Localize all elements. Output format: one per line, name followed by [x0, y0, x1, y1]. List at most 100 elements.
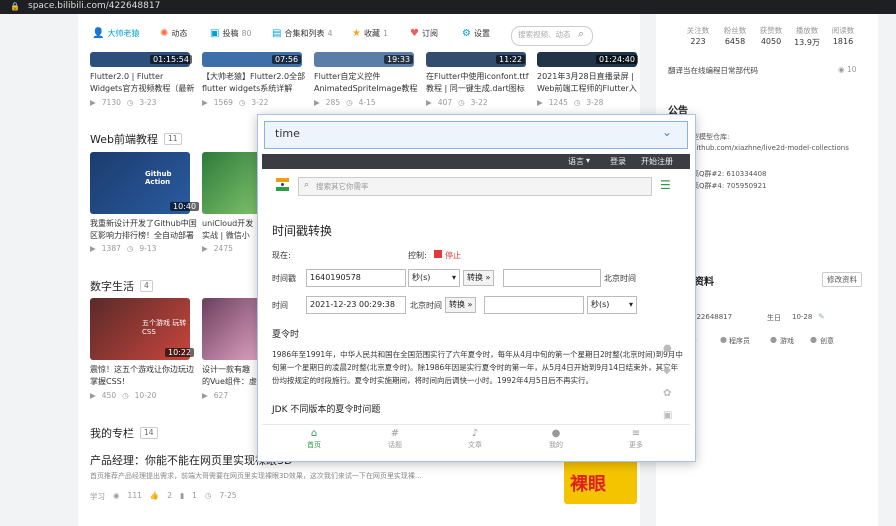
video-title[interactable]: 设计一款有趣的Vue组件：虚拟桌宠 — [202, 364, 257, 388]
clock-icon: ◷ — [346, 98, 353, 107]
play-count: 2475 — [213, 244, 233, 253]
article-cover[interactable]: 裸眼 — [564, 458, 637, 504]
profile-tag[interactable]: 程序员 — [729, 336, 750, 346]
float-tool-icon[interactable]: ● — [663, 343, 672, 354]
convert-datetime-button[interactable]: 转换 » — [445, 297, 477, 313]
section-count: 11 — [163, 133, 182, 145]
video-title[interactable]: 在Flutter中使用iconfont.ttf 教程 | 同一键生成.dart图… — [426, 71, 534, 95]
beijing-time-label: 北京时间 — [604, 274, 636, 283]
dst-title: 夏令时 — [272, 330, 300, 340]
video-title[interactable]: uniCloud开发实战 | 微信小程序的分类页面 — [202, 218, 257, 242]
profile-tag[interactable]: 创意 — [820, 336, 834, 346]
edit-profile-button[interactable]: 修改资料 — [822, 272, 862, 287]
article-tag[interactable]: 学习 — [90, 491, 105, 502]
stop-icon[interactable] — [434, 250, 442, 258]
bottom-nav-more[interactable]: ≡ 更多 — [611, 428, 661, 450]
video-title[interactable]: 我重新设计开发了Github中国区影响力排行榜！全自动部署 — [90, 218, 198, 242]
video-meta: ▶ 1245 ◷ 3-28 — [537, 98, 603, 107]
section-digital-title[interactable]: 数字生活 4 — [90, 278, 153, 294]
clock-icon: ◷ — [126, 244, 134, 253]
nav-count: 4 — [327, 29, 333, 38]
convert-timestamp-button[interactable]: 转换 » — [463, 270, 495, 286]
nav-label: 大帅老猿 — [107, 29, 140, 38]
video-thumb[interactable] — [202, 152, 262, 214]
nav-favorites[interactable]: ★ 收藏 1 — [352, 28, 388, 39]
edit-icon[interactable]: ✎ — [818, 312, 825, 321]
video-date: 3-22 — [470, 98, 488, 107]
nav-settings[interactable]: ⚙ 设置 — [462, 28, 490, 39]
stat-fans-value[interactable]: 6458 — [715, 37, 755, 46]
section-web-title[interactable]: Web前端教程 11 — [90, 131, 182, 147]
float-tool-icon[interactable]: ◆ — [663, 365, 671, 376]
url-text[interactable]: space.bilibili.com/422648817 — [28, 0, 160, 13]
lock-icon: 🔒 — [10, 2, 20, 11]
nav-upload[interactable]: ▣ 投稿 80 — [210, 28, 252, 39]
video-title[interactable]: 震惊！这五个游戏让你边玩边掌握CSS! — [90, 364, 198, 388]
article-icon: ♪ — [471, 428, 479, 439]
play-count: 407 — [437, 98, 453, 107]
article-views: 111 — [127, 491, 142, 500]
announce-line[interactable]: github.com/xiazhne/live2d-model-collecti… — [692, 144, 849, 152]
nav-dynamic[interactable]: ✺ 动态 — [160, 28, 187, 39]
popup-search-input[interactable] — [264, 121, 688, 149]
float-tool-icon[interactable]: ✿ — [663, 388, 671, 399]
search-icon[interactable]: ⌕ — [578, 27, 584, 41]
bottom-nav-articles[interactable]: ♪ 文章 — [450, 428, 500, 450]
timestamp-input[interactable]: 1640190578 — [306, 269, 406, 287]
count-value: 10 — [846, 65, 857, 74]
video-meta: ▶ 627 — [202, 391, 228, 400]
eye-icon: ◉ — [838, 65, 847, 74]
timestamp-unit-select[interactable]: 秒(s) ▾ — [408, 269, 460, 287]
beijing-time-label: 北京时间 — [410, 301, 442, 310]
play-icon: ▶ — [537, 98, 543, 107]
datetime-input[interactable]: 2021-12-23 00:29:38 — [306, 296, 406, 314]
bottom-nav-me[interactable]: ● 我的 — [531, 428, 581, 450]
video-thumb[interactable] — [202, 298, 262, 360]
video-title[interactable]: 2021年3月28日直播录屏 | Web前端工程师的Flutter入 — [537, 71, 637, 95]
right-top-link[interactable]: 翻译当在线编程日常部代码 — [668, 65, 758, 76]
section-column-title[interactable]: 我的专栏 14 — [90, 425, 158, 441]
control-label: 控制: — [408, 251, 427, 260]
search-icon: ⌕ — [304, 180, 310, 190]
login-link[interactable]: 登录 — [610, 156, 626, 167]
bottom-nav-home[interactable]: ⌂ 首页 — [289, 428, 339, 450]
stat-following-value[interactable]: 223 — [678, 37, 718, 46]
stat-plays-label: 播放数 — [795, 26, 819, 35]
clock-icon: ◷ — [204, 491, 212, 500]
stat-likes-value: 4050 — [760, 37, 782, 46]
play-icon: ▶ — [202, 391, 208, 400]
article-date: 7-25 — [219, 491, 237, 500]
site-logo-icon[interactable] — [276, 178, 289, 191]
birthday-value: 10-28 — [792, 313, 813, 321]
search-placeholder: 搜索视频、动态 — [518, 30, 571, 39]
stat-reads-label: 阅读数 — [831, 26, 855, 35]
bottom-nav-topics[interactable]: # 话题 — [370, 428, 420, 450]
datetime-result[interactable] — [484, 296, 584, 314]
register-link[interactable]: 开始注册 — [641, 156, 673, 167]
float-tool-icon[interactable]: ▣ — [663, 410, 672, 421]
chevron-double-icon[interactable]: ⌄ — [662, 125, 672, 139]
video-title[interactable]: Flutter自定义控件 AnimatedSpriteImage教程 — [314, 71, 422, 95]
video-title[interactable]: 【大帅老猿】Flutter2.0全部 flutter widgets系统详解 — [202, 71, 310, 95]
timestamp-result[interactable] — [503, 269, 601, 287]
video-meta: ▶ 1387 ◷ 9-13 — [90, 244, 156, 253]
list-menu-icon[interactable]: ☰ — [660, 178, 671, 192]
tag-icon: ● — [720, 335, 727, 344]
video-date: 10-20 — [134, 391, 157, 400]
stop-button[interactable]: 停止 — [445, 250, 461, 261]
language-menu[interactable]: 语言 — [568, 156, 584, 167]
play-icon: ▶ — [90, 98, 96, 107]
nav-home[interactable]: 👤 大帅老猿 — [92, 28, 139, 39]
nav-subscribe[interactable]: ♥ 订阅 — [410, 28, 438, 39]
like-icon: 👍 — [149, 491, 160, 500]
announce-line: 型模型仓库: — [692, 133, 730, 141]
timestamp-label: 时间戳 — [272, 274, 296, 283]
profile-tag[interactable]: 游戏 — [780, 336, 794, 346]
video-meta: ▶ 407 ◷ 3-22 — [426, 98, 488, 107]
datetime-unit-select[interactable]: 秒(s) ▾ — [587, 296, 637, 314]
stat-fans-label: 粉丝数 — [723, 26, 747, 35]
play-icon: ▶ — [90, 244, 96, 253]
video-title[interactable]: Flutter2.0 | Flutter Widgets官方视频教程（最新 — [90, 71, 198, 95]
nav-collections[interactable]: ▤ 合集和列表 4 — [272, 28, 333, 39]
video-duration: 01:24:40 — [596, 55, 638, 64]
